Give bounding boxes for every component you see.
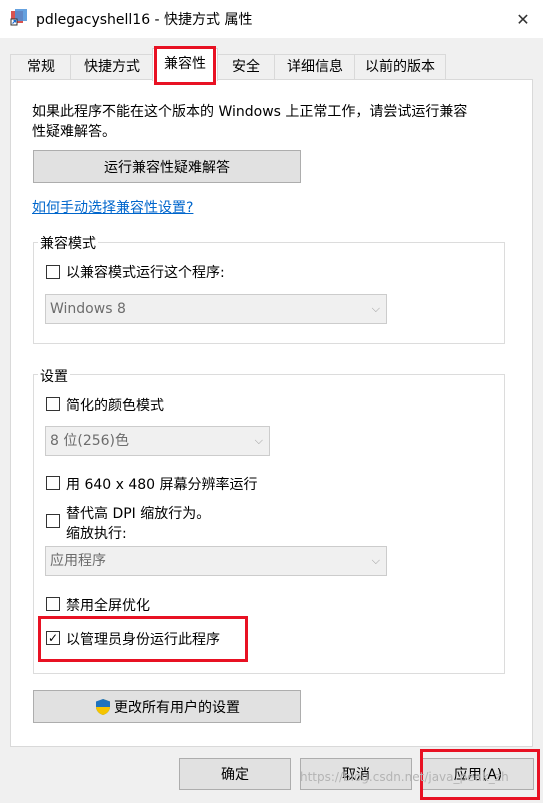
manual-compat-link[interactable]: 如何手动选择兼容性设置? <box>32 197 193 217</box>
color-mode-select-value: 8 位(256)色 <box>50 433 130 449</box>
shortcut-app-icon <box>10 8 28 26</box>
watermark: https://blog.csdn.net/java_peak_zh <box>300 770 509 784</box>
settings-title: 设置 <box>38 366 70 386</box>
intro-text-line2: 性疑难解答。 <box>32 124 116 140</box>
compat-mode-select-value: Windows 8 <box>50 301 126 317</box>
disable-fullscreen-checkbox[interactable] <box>46 597 60 611</box>
reduced-color-checkbox[interactable] <box>46 397 60 411</box>
run-640-checkbox[interactable] <box>46 476 60 490</box>
dpi-override-label: 替代高 DPI 缩放行为。 <box>66 506 211 522</box>
dpi-scaling-label: 缩放执行: <box>66 526 127 542</box>
tab-general[interactable]: 常规 <box>10 54 72 79</box>
dpi-scaling-select[interactable]: 应用程序 ⌵ <box>45 546 387 576</box>
tab-shortcut[interactable]: 快捷方式 <box>70 54 154 79</box>
ok-button[interactable]: 确定 <box>179 758 291 790</box>
compat-mode-title: 兼容模式 <box>38 233 98 253</box>
tab-details[interactable]: 详细信息 <box>274 54 356 79</box>
dropdown-arrow-icon: ⌵ <box>371 302 380 315</box>
window-title: pdlegacyshell16 - 快捷方式 属性 <box>36 12 253 28</box>
tab-label: 以前的版本 <box>365 59 435 75</box>
compat-mode-label: 以兼容模式运行这个程序: <box>66 265 225 281</box>
run-640-label: 用 640 x 480 屏幕分辨率运行 <box>66 477 258 493</box>
tab-security[interactable]: 安全 <box>216 54 276 79</box>
dropdown-arrow-icon: ⌵ <box>371 554 380 567</box>
checkmark-icon: ✓ <box>47 631 59 645</box>
change-all-users-button[interactable]: 更改所有用户的设置 <box>33 690 301 723</box>
run-as-admin-label: 以管理员身份运行此程序 <box>66 632 220 648</box>
tab-label: 详细信息 <box>287 59 343 75</box>
color-mode-select[interactable]: 8 位(256)色 ⌵ <box>45 426 270 456</box>
dropdown-arrow-icon: ⌵ <box>254 434 263 447</box>
tab-label: 安全 <box>232 59 260 75</box>
tab-label: 兼容性 <box>164 56 206 72</box>
intro-text-line1: 如果此程序不能在这个版本的 Windows 上正常工作，请尝试运行兼容 <box>32 104 468 120</box>
compat-mode-group <box>33 242 505 344</box>
dpi-scaling-select-value: 应用程序 <box>50 553 106 569</box>
tab-label: 常规 <box>27 59 55 75</box>
tab-label: 快捷方式 <box>84 59 140 75</box>
run-troubleshooter-button[interactable]: 运行兼容性疑难解答 <box>33 150 301 183</box>
change-all-users-label: 更改所有用户的设置 <box>114 699 240 716</box>
dpi-override-checkbox[interactable] <box>46 514 60 528</box>
close-icon: ✕ <box>516 9 530 29</box>
uac-shield-icon <box>94 698 112 716</box>
tab-previous-versions[interactable]: 以前的版本 <box>354 54 446 79</box>
reduced-color-label: 简化的颜色模式 <box>66 398 164 414</box>
compat-mode-checkbox[interactable] <box>46 265 60 279</box>
disable-fullscreen-label: 禁用全屏优化 <box>66 598 150 614</box>
run-as-admin-checkbox[interactable]: ✓ <box>46 631 60 645</box>
tab-compatibility[interactable]: 兼容性 <box>152 48 218 81</box>
compat-mode-select[interactable]: Windows 8 ⌵ <box>45 294 387 324</box>
close-button[interactable]: ✕ <box>503 0 543 38</box>
